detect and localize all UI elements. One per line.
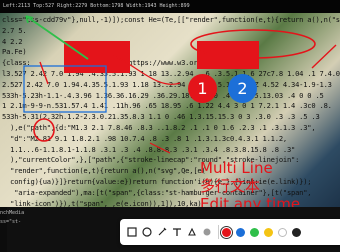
marker-tool-icon[interactable] (185, 226, 198, 239)
toolbar-divider (218, 225, 219, 239)
code-line: Pa.Fe) (2, 47, 27, 57)
annotation-text-line[interactable]: 多行文本 (200, 177, 260, 195)
code-line: 2.7 5. (2, 25, 27, 35)
pen-tool-icon[interactable] (155, 226, 168, 239)
color-swatch[interactable] (236, 227, 245, 237)
capture-info-bar: Left:2113 Top:527 Right:2279 Bottom:1798… (0, 0, 340, 13)
redaction-box[interactable] (197, 41, 259, 69)
screenshot-canvas[interactable]: clss="css-cdd79v"},null,-1)]);const He=(… (0, 13, 340, 207)
code-line: ),e("path",{d:"M1.3 2.1 7.8.46 .8.3 ..1.… (2, 122, 316, 132)
redaction-box[interactable] (64, 41, 130, 73)
number-badge-1[interactable]: 1 (188, 74, 217, 103)
color-swatch[interactable] (250, 227, 259, 237)
annotation-text-line[interactable]: Multi Line (200, 159, 273, 177)
blur-tool-icon[interactable] (200, 226, 213, 239)
number-badge-2[interactable]: 2 (228, 74, 257, 103)
code-line: "render",function(e,t){return a(),n("svg… (2, 166, 206, 176)
code-line: 533h-5.23h-1.1-.4.3.96 1.36.36.16.29 .36… (2, 90, 324, 100)
code-line: clss="css-cdd79v"},null,-1)]);const He=(… (2, 15, 340, 24)
code-line: "d":"M2.81 9.1 1.8.2.1 .98 10.7.4 .8 .3 … (2, 133, 287, 143)
text-tool-icon[interactable] (170, 226, 183, 239)
left-gutter: nchMedia ss="st- (0, 207, 24, 252)
annotation-text-line[interactable]: Edit any time (200, 195, 300, 207)
code-line: 533h-5.31(2.32h.1.2-2.3.0.21.35.8.3 1.1 … (2, 112, 320, 122)
code-line: 1.1...6-1.1.8.1-1.1.8 .3.1 .3 .4 .8.8.8.… (2, 144, 296, 154)
color-swatch[interactable] (278, 227, 287, 237)
code-line: 2.527 2.42 7.0 1.94.4.35.5.1.93 1.18 13.… (2, 79, 332, 89)
gutter-text: nchMedia (0, 210, 25, 216)
color-palette (220, 225, 306, 239)
code-line: {class: )]),Ue={"xmlns:"https://www.w3.o… (2, 58, 255, 68)
circle-tool-icon[interactable] (140, 226, 153, 239)
color-swatch[interactable] (264, 227, 273, 237)
code-line: ),"currentColor",},["path",{"stroke-line… (2, 155, 300, 165)
color-swatch[interactable] (292, 227, 301, 237)
annotation-toolbar (120, 219, 340, 245)
square-tool-icon[interactable] (125, 226, 138, 239)
code-line: config){ua)}]}return{value:e})return fun… (2, 176, 312, 186)
color-swatch[interactable] (220, 225, 233, 239)
code-line: 4 2.2 (2, 36, 23, 46)
gutter-text: ss="st- (0, 219, 22, 225)
code-line: l3.527 2.42 7.0 1.94 .4.35.5.1.93 1.18 1… (2, 68, 340, 78)
code-text-block: clss="css-cdd79v"},null,-1)]);const He=(… (2, 15, 340, 207)
code-line: 1 2.1m-9-9-n.531.57.4 1.41 .11h.96 .65 1… (2, 101, 332, 111)
